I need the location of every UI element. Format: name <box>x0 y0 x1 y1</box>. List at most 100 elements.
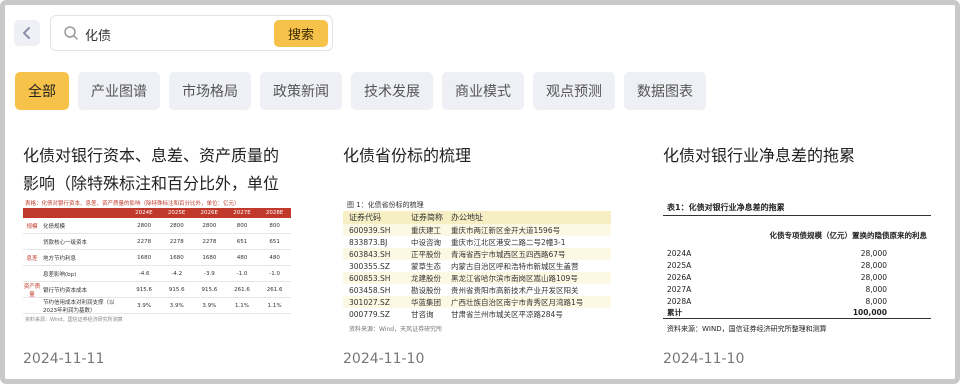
row-year: 2026A <box>667 272 692 282</box>
card-title[interactable]: 化债省份标的梳理 <box>343 142 611 170</box>
security-name: 中设咨询 <box>411 237 441 247</box>
row-value: 261.6 <box>234 286 250 293</box>
result-card-1[interactable]: 化债对银行资本、息差、资产质量的影响（除特殊标注和百分比外，单位 <box>23 142 291 198</box>
tab-market-structure[interactable]: 市场格局 <box>169 72 251 110</box>
row-value: 3.9% <box>202 302 217 309</box>
thumb-subheader: 化债专项债规模（亿元）置换的隐债原来的利息 <box>769 231 928 240</box>
row-value: 1.1% <box>235 302 250 309</box>
row-value: -3.9 <box>204 270 215 277</box>
tab-all[interactable]: 全部 <box>15 72 69 110</box>
table-row: 603843.SH 正平股份 青海省西宁市城西区五四西路67号 <box>343 248 611 260</box>
row-group: 息差 <box>26 255 38 262</box>
row-value: 651 <box>236 238 248 245</box>
security-code: 603458.SH <box>349 285 391 295</box>
card-title[interactable]: 化债对银行业净息差的拖累 <box>663 142 931 170</box>
thumb-column-header: 证券代码 证券简称 办公地址 <box>343 211 611 224</box>
table-row: 资产质量 银行节约资本成本 915.6 915.6 915.6 261.6 261.6 <box>23 282 291 298</box>
office-address: 重庆市两江新区金开大道1596号 <box>451 225 561 235</box>
chevron-left-icon <box>23 27 30 39</box>
table-row: 000779.SZ 甘咨询 甘肃省兰州市城关区平凉路284号 <box>343 308 611 320</box>
result-card-2[interactable]: 化债省份标的梳理 <box>343 142 611 170</box>
row-value: -4.6 <box>138 270 150 277</box>
security-code: 603843.SH <box>349 249 391 259</box>
card-date: 2024-11-11 <box>23 351 105 367</box>
row-value: 28,000 <box>860 272 887 282</box>
table-row: 603458.SH 勘设股份 贵州省贵阳市高新技术产业开发区阳关 <box>343 284 611 296</box>
row-value: -1.0 <box>269 270 281 277</box>
tab-opinion-forecast[interactable]: 观点预测 <box>533 72 615 110</box>
row-value: 480 <box>236 254 248 261</box>
thumb-title: 表1：化债对银行业净息差的拖累 <box>663 198 931 216</box>
office-address: 青海省西宁市城西区五四西路67号 <box>451 249 566 259</box>
thumb-title: 图 1：化债省份标的梳理 <box>347 201 424 209</box>
security-code: 600853.SH <box>349 273 391 283</box>
row-year: 2028A <box>667 296 692 306</box>
category-tabs: 全部 产业图谱 市场格局 政策新闻 技术发展 商业模式 观点预测 数据图表 <box>15 72 706 110</box>
office-address: 贵州省贵阳市高新技术产业开发区阳关 <box>451 285 579 295</box>
card-title[interactable]: 化债对银行资本、息差、资产质量的影响（除特殊标注和百分比外，单位 <box>23 142 291 198</box>
row-value: 261.6 <box>266 286 283 293</box>
row-value: 2278 <box>137 238 152 245</box>
office-address: 内蒙古自治区呼和浩特市新城区生盖营 <box>451 261 579 271</box>
search-button[interactable]: 搜索 <box>274 20 328 47</box>
security-name: 蒙草生态 <box>411 261 441 271</box>
row-value: 2800 <box>202 222 217 229</box>
row-year: 2027A <box>667 284 692 294</box>
table-row: 节约信用成本对利润支撑（以2023年利润为基数） 3.9% 3.9% 3.9% 1.1%… <box>23 298 291 314</box>
office-address: 甘肃省兰州市城关区平凉路284号 <box>451 309 563 319</box>
row-value: 2278 <box>169 238 184 245</box>
tab-industry-map[interactable]: 产业图谱 <box>78 72 160 110</box>
table-row: 规模 化债规模 2800 2800 2800 800 800 <box>23 218 291 234</box>
row-label: 节约信用成本对利润支撑（以2023年利润为基数） <box>43 299 115 314</box>
table-row: 息差 地方节约利息 1680 1680 1680 480 480 <box>23 250 291 266</box>
row-group: 资产质量 <box>23 283 41 298</box>
row-value: 915.6 <box>168 286 185 293</box>
table-row: 2026A 28,000 <box>663 271 931 283</box>
row-value: 28,000 <box>860 260 887 270</box>
card-thumbnail-2[interactable]: 图 1：化债省份标的梳理 证券代码 证券简称 办公地址 600939.SH 重庆建… <box>343 198 611 346</box>
search-input[interactable] <box>85 23 265 45</box>
table-row: 300355.SZ 蒙草生态 内蒙古自治区呼和浩特市新城区生盖营 <box>343 260 611 272</box>
card-date: 2024-11-10 <box>663 351 745 367</box>
security-name: 华蓝集团 <box>411 297 441 307</box>
table-row: 833873.BJ 中设咨询 重庆市江北区港安二路二号2幢3-1 <box>343 236 611 248</box>
thumb-footer: 资料来源：Wind，国信证券经济研究所测算 <box>25 317 123 323</box>
tab-policy-news[interactable]: 政策新闻 <box>260 72 342 110</box>
row-value: 1680 <box>202 254 217 261</box>
row-year: 2024A <box>667 248 692 258</box>
table-row: 2028A 8,000 <box>663 295 931 307</box>
row-value: 8,000 <box>865 296 887 306</box>
row-value: 915.6 <box>136 286 153 293</box>
tab-tech-development[interactable]: 技术发展 <box>351 72 433 110</box>
row-value: 1680 <box>137 254 152 261</box>
security-name: 勘设股份 <box>411 285 441 295</box>
security-name: 龙建股份 <box>411 273 441 283</box>
row-value: 800 <box>269 222 280 229</box>
search-icon <box>64 26 78 40</box>
result-card-3[interactable]: 化债对银行业净息差的拖累 <box>663 142 931 170</box>
card-thumbnail-1[interactable]: 表格：化债对银行资本、息差、资产质量的影响（除特殊标注和百分比外，单位：亿元） … <box>23 198 291 346</box>
row-value: 3.9% <box>137 302 152 309</box>
back-button[interactable] <box>14 20 40 46</box>
table-row: 2024A 28,000 <box>663 247 931 259</box>
table-row: 贷款核心一级资本 2278 2278 2278 651 651 <box>23 234 291 250</box>
row-value: 1680 <box>169 254 184 261</box>
table-row: 2025A 28,000 <box>663 259 931 271</box>
tab-data-charts[interactable]: 数据图表 <box>624 72 706 110</box>
row-label: 息差影响(bp) <box>43 271 77 278</box>
row-value: 3.9% <box>169 302 184 309</box>
thumb-header: 表格：化债对银行资本、息差、资产质量的影响（除特殊标注和百分比外，单位：亿元） <box>23 198 291 208</box>
row-value: 2800 <box>137 222 152 229</box>
office-address: 广西壮族自治区南宁市青秀区月湾路1号 <box>451 297 584 307</box>
security-name: 重庆建工 <box>411 225 441 235</box>
thumb-total-row: 累计 100,000 <box>663 307 931 319</box>
row-value: 2800 <box>169 222 184 229</box>
thumb-column-header: 2024E 2025E 2026E 2027E 2028E <box>23 208 291 218</box>
row-value: 480 <box>269 254 280 261</box>
table-row: 2027A 8,000 <box>663 283 931 295</box>
tab-business-model[interactable]: 商业模式 <box>442 72 524 110</box>
row-value: 28,000 <box>860 248 887 258</box>
security-code: 301027.SZ <box>349 297 390 307</box>
card-thumbnail-3[interactable]: 表1：化债对银行业净息差的拖累 化债专项债规模（亿元）置换的隐债原来的利息 20… <box>663 198 931 346</box>
security-code: 600939.SH <box>349 225 391 235</box>
